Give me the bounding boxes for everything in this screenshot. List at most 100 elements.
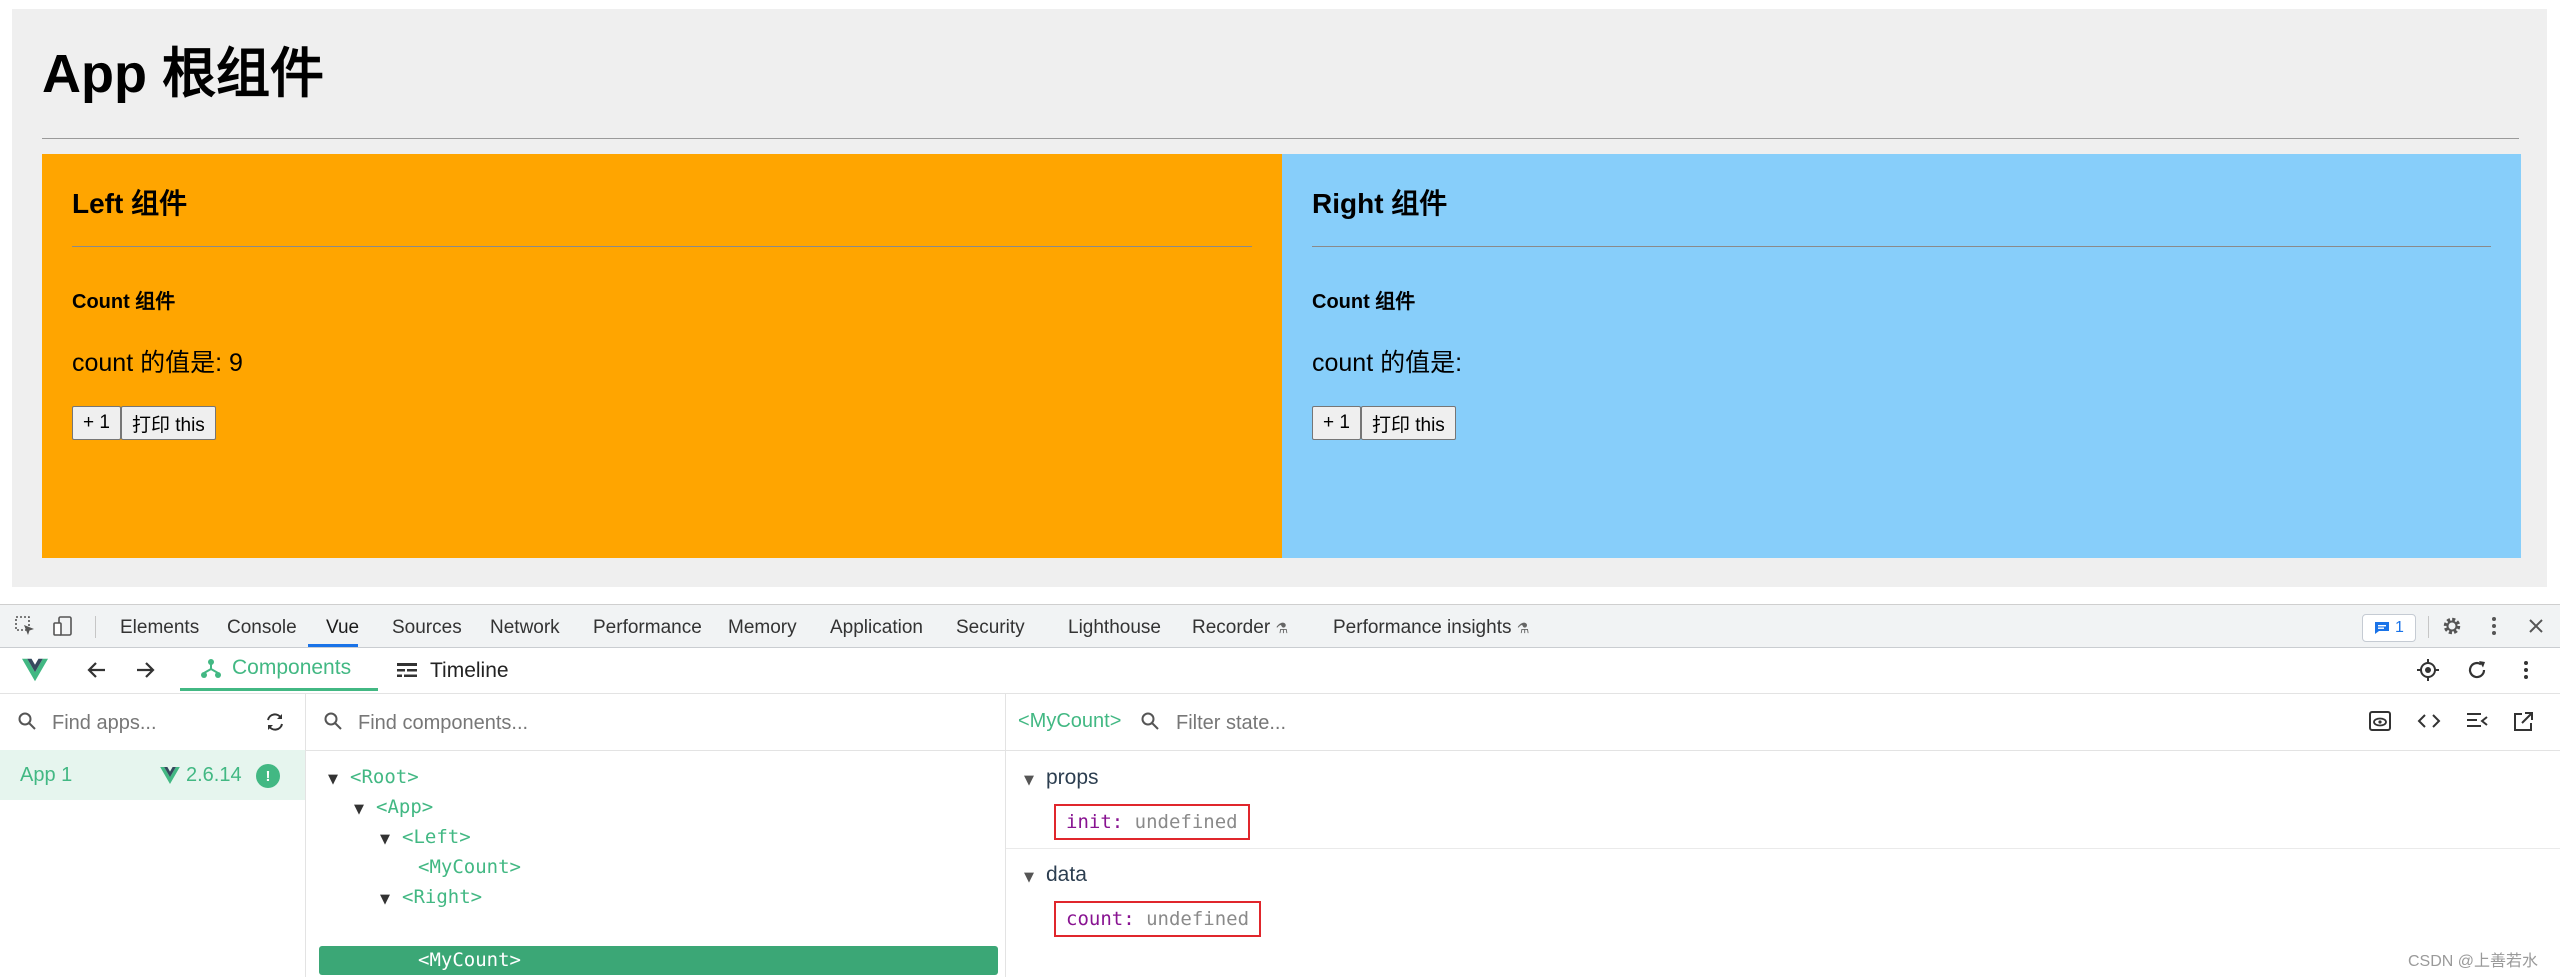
search-icon bbox=[1140, 711, 1162, 733]
experiment-flask-icon: ⚗ bbox=[1516, 620, 1530, 636]
message-icon bbox=[2375, 622, 2390, 634]
vue-more-options-icon[interactable] bbox=[2513, 657, 2539, 683]
left-divider bbox=[72, 246, 1252, 247]
devtools-panel: Elements Console Vue Sources Network Per… bbox=[0, 604, 2560, 977]
back-arrow-icon[interactable] bbox=[84, 657, 110, 683]
left-count-value: count 的值是: 9 bbox=[72, 349, 243, 377]
tree-node-label: <Right> bbox=[402, 886, 483, 908]
tab-timeline[interactable]: Timeline bbox=[396, 648, 509, 693]
tab-lighthouse[interactable]: Lighthouse bbox=[1068, 617, 1161, 639]
selected-component-name: <MyCount> bbox=[1018, 710, 1122, 732]
show-render-code-icon[interactable] bbox=[2417, 711, 2441, 733]
component-tree-icon bbox=[201, 659, 221, 678]
expand-triangle-icon[interactable]: ▼ bbox=[328, 765, 350, 795]
right-button-row: + 1 打印 this bbox=[1312, 406, 1456, 440]
tab-application[interactable]: Application bbox=[830, 617, 923, 639]
expand-triangle-icon[interactable]: ▼ bbox=[380, 825, 402, 855]
apps-pane: App 1 2.6.14 ! bbox=[0, 694, 306, 977]
tab-sources[interactable]: Sources bbox=[392, 617, 462, 639]
data-key: count bbox=[1066, 908, 1124, 930]
props-section-header[interactable]: ▼ props bbox=[1024, 766, 1099, 790]
timeline-icon bbox=[397, 662, 417, 677]
vue-logo-icon bbox=[22, 657, 48, 683]
tab-security[interactable]: Security bbox=[956, 617, 1025, 639]
tab-performance[interactable]: Performance bbox=[593, 617, 702, 639]
expand-triangle-icon[interactable]: ▼ bbox=[1024, 773, 1046, 788]
app-title: App 根组件 bbox=[42, 44, 324, 104]
toolbar-separator bbox=[2428, 616, 2429, 638]
page-viewport: App 根组件 Left 组件 Count 组件 count 的值是: 9 + … bbox=[0, 0, 2560, 604]
components-tree-pane: ▼<Root> ▼<App> ▼<Left> <MyCount> ▼<Right… bbox=[306, 694, 1006, 977]
scroll-to-component-icon[interactable] bbox=[2369, 711, 2391, 733]
tree-node-app[interactable]: ▼ <App> bbox=[354, 792, 433, 822]
tree-node-label: <MyCount> bbox=[418, 856, 521, 878]
app-name: App 1 bbox=[20, 764, 73, 786]
more-options-icon[interactable] bbox=[2481, 613, 2507, 639]
tab-performance-insights-label: Performance insights bbox=[1333, 617, 1512, 638]
warning-badge-icon[interactable]: ! bbox=[256, 764, 280, 788]
prop-init[interactable]: init: undefined bbox=[1054, 804, 1250, 840]
device-toolbar-icon[interactable] bbox=[50, 613, 76, 639]
tab-performance-insights[interactable]: Performance insights ⚗ bbox=[1333, 617, 1529, 639]
right-increment-button[interactable]: + 1 bbox=[1312, 406, 1361, 440]
expand-triangle-icon[interactable]: ▼ bbox=[354, 795, 376, 825]
settings-gear-icon[interactable] bbox=[2439, 613, 2465, 639]
vue-version-text: 2.6.14 bbox=[186, 764, 242, 786]
find-apps-input[interactable] bbox=[50, 707, 254, 739]
issues-badge[interactable]: 1 bbox=[2362, 614, 2416, 642]
tab-recorder[interactable]: Recorder ⚗ bbox=[1192, 617, 1288, 639]
app-list-item[interactable]: App 1 2.6.14 ! bbox=[0, 750, 305, 800]
left-increment-button[interactable]: + 1 bbox=[72, 406, 121, 440]
right-count-title: Count 组件 bbox=[1312, 291, 1416, 313]
experiment-flask-icon: ⚗ bbox=[1275, 620, 1288, 636]
tab-memory[interactable]: Memory bbox=[728, 617, 797, 639]
expand-triangle-icon[interactable]: ▼ bbox=[380, 885, 402, 915]
state-inspector-pane: <MyCount> ▼props init: undefined ▼data c… bbox=[1006, 694, 2560, 977]
section-divider bbox=[1006, 848, 2560, 849]
tab-console[interactable]: Console bbox=[227, 617, 297, 639]
tree-node-mycount-right-selected[interactable]: <MyCount> bbox=[418, 945, 521, 975]
vue-logo-icon bbox=[160, 767, 180, 784]
data-section-header[interactable]: ▼ data bbox=[1024, 863, 1087, 887]
data-label: data bbox=[1046, 863, 1087, 886]
right-title: Right 组件 bbox=[1312, 188, 1448, 219]
tab-components[interactable]: Components bbox=[180, 648, 378, 691]
tree-node-root[interactable]: ▼ <Root> bbox=[328, 762, 419, 792]
props-label: props bbox=[1046, 766, 1099, 789]
forward-arrow-icon[interactable] bbox=[132, 657, 158, 683]
select-component-target-icon[interactable] bbox=[2415, 657, 2441, 683]
inspect-element-icon[interactable] bbox=[12, 613, 38, 639]
right-component: Right 组件 Count 组件 count 的值是: + 1 打印 this bbox=[1282, 154, 2521, 558]
devtools-tab-bar: Elements Console Vue Sources Network Per… bbox=[0, 605, 2560, 648]
prop-key: init bbox=[1066, 811, 1112, 833]
tab-recorder-label: Recorder bbox=[1192, 617, 1271, 638]
tree-node-left[interactable]: ▼ <Left> bbox=[380, 822, 471, 852]
left-print-this-button[interactable]: 打印 this bbox=[120, 406, 216, 440]
refresh-icon[interactable] bbox=[2464, 657, 2490, 683]
watermark: CSDN @上善若水 bbox=[2408, 953, 2539, 970]
tab-network[interactable]: Network bbox=[490, 617, 560, 639]
active-tab-indicator bbox=[308, 644, 358, 647]
close-devtools-icon[interactable] bbox=[2523, 613, 2549, 639]
expand-triangle-icon[interactable]: ▼ bbox=[1024, 870, 1046, 885]
filter-state-input[interactable] bbox=[1174, 707, 1778, 739]
inspect-dom-icon[interactable] bbox=[2465, 711, 2488, 733]
tree-node-mycount-left[interactable]: <MyCount> bbox=[418, 852, 521, 882]
issues-count: 1 bbox=[2395, 619, 2404, 636]
tree-node-label: <App> bbox=[376, 796, 434, 818]
prop-value: undefined bbox=[1134, 811, 1238, 833]
open-in-editor-icon[interactable] bbox=[2512, 711, 2534, 733]
right-count-value: count 的值是: bbox=[1312, 349, 1463, 377]
tab-timeline-label: Timeline bbox=[430, 658, 509, 682]
apps-searchbar bbox=[0, 694, 305, 751]
tree-node-right[interactable]: ▼ <Right> bbox=[380, 882, 482, 912]
tree-node-label: <Root> bbox=[350, 766, 419, 788]
left-title: Left 组件 bbox=[72, 188, 188, 219]
tab-elements[interactable]: Elements bbox=[120, 617, 199, 639]
find-components-input[interactable] bbox=[356, 707, 860, 739]
right-print-this-button[interactable]: 打印 this bbox=[1360, 406, 1456, 440]
tab-vue[interactable]: Vue bbox=[326, 617, 359, 639]
tree-node-label: <MyCount> bbox=[418, 949, 521, 971]
refresh-apps-icon[interactable] bbox=[264, 711, 286, 733]
data-count[interactable]: count: undefined bbox=[1054, 901, 1262, 937]
